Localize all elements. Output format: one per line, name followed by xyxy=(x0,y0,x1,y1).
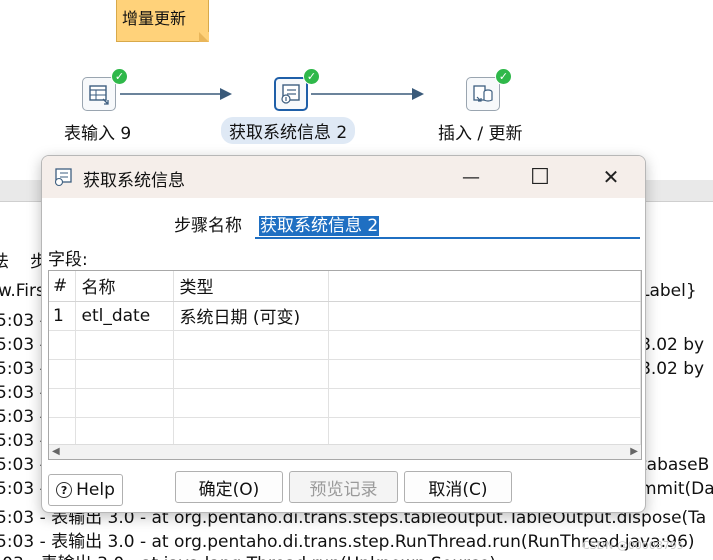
row-number: 1 xyxy=(49,301,76,331)
empty-cell xyxy=(173,388,329,418)
empty-cell xyxy=(49,359,76,389)
log-timestamp: 5:03 - xyxy=(0,335,46,355)
step-name-value: 获取系统信息 2 xyxy=(259,216,380,236)
log-right-fragment: tabaseB xyxy=(640,455,710,475)
system-info-icon xyxy=(54,168,72,187)
close-button[interactable]: ✕ xyxy=(588,162,634,192)
log-timestamp: 5:03 - xyxy=(0,383,46,403)
hop-1-arrowhead xyxy=(220,88,232,100)
field-name-cell[interactable]: etl_date xyxy=(75,301,174,331)
help-icon: ? xyxy=(56,482,73,498)
column-header-number[interactable]: # xyxy=(49,271,76,302)
step-label-insert-update: 插入 / 更新 xyxy=(438,124,523,144)
log-timestamp: 5:03 - xyxy=(0,311,46,331)
column-header-name[interactable]: 名称 xyxy=(75,271,174,302)
log-header-right: Label} xyxy=(640,281,697,301)
log-timestamp: 5:03 - xyxy=(0,407,46,427)
cancel-button[interactable]: 取消(C) xyxy=(404,471,512,503)
empty-table-row[interactable] xyxy=(49,388,641,418)
ok-button[interactable]: 确定(O) xyxy=(175,471,283,503)
step-insert-update[interactable] xyxy=(466,77,500,111)
maximize-button[interactable]: ☐ xyxy=(517,162,563,192)
dialog-title: 获取系统信息 xyxy=(83,171,185,191)
empty-cell xyxy=(173,359,329,389)
step-table-input[interactable] xyxy=(82,77,116,111)
empty-cell xyxy=(328,388,641,418)
empty-cell xyxy=(75,417,174,447)
table-header-row: # 名称 类型 xyxy=(49,271,641,302)
empty-cell xyxy=(328,330,641,360)
log-right-fragment: mmit(Dat xyxy=(640,479,713,499)
log-right-fragment: 8.02 by xyxy=(640,359,705,379)
scroll-right-icon[interactable]: ▶ xyxy=(630,446,638,457)
log-timestamp: 5:03 - xyxy=(0,431,46,451)
empty-cell xyxy=(173,417,329,447)
scroll-left-icon[interactable]: ◀ xyxy=(52,446,60,457)
filler-cell xyxy=(328,301,641,331)
step-name-label: 步骤名称 xyxy=(174,216,242,236)
watermark: CSDN @00008795 xyxy=(582,539,684,552)
step-name-input[interactable]: 获取系统信息 2 xyxy=(255,209,640,239)
preview-button[interactable]: 预览记录 xyxy=(289,471,398,503)
step-3-ok-check-icon: ✓ xyxy=(495,68,512,85)
empty-cell xyxy=(49,417,76,447)
empty-cell xyxy=(75,388,174,418)
empty-table-row[interactable] xyxy=(49,330,641,360)
column-header-filler xyxy=(328,271,641,302)
empty-cell xyxy=(328,417,641,447)
empty-cell xyxy=(75,330,174,360)
minimize-button[interactable]: — xyxy=(448,162,494,192)
column-header-type[interactable]: 类型 xyxy=(173,271,329,302)
step-1-ok-check-icon: ✓ xyxy=(111,68,128,85)
log-line: -03 - 表输出 3.0 - at java.lang.Thread.run(… xyxy=(0,549,496,560)
empty-cell xyxy=(49,330,76,360)
empty-table-row[interactable] xyxy=(49,417,641,447)
empty-cell xyxy=(328,359,641,389)
log-timestamp: 5:03 - xyxy=(0,455,46,475)
fields-label: 字段: xyxy=(48,250,88,270)
log-timestamp: 5:03 - xyxy=(0,359,46,379)
insert-update-icon xyxy=(473,85,493,102)
hop-2-arrowhead xyxy=(412,88,424,100)
step-label-table-input: 表输入 9 xyxy=(64,124,132,144)
log-tab-fragment[interactable]: 法 xyxy=(0,247,9,272)
table-input-icon xyxy=(89,85,109,105)
log-timestamp: 5:03 - xyxy=(0,479,46,499)
step-get-system-info[interactable] xyxy=(274,77,308,111)
fields-table[interactable]: # 名称 类型 1 etl_date 系统日期 (可变) ◀ ▶ xyxy=(48,270,642,460)
system-info-icon xyxy=(281,84,300,104)
get-system-info-dialog: 获取系统信息 — ☐ ✕ 步骤名称 获取系统信息 2 字段: # 名称 类型 1… xyxy=(41,155,646,513)
empty-cell xyxy=(49,388,76,418)
step-2-ok-check-icon: ✓ xyxy=(303,68,320,85)
dialog-titlebar[interactable]: 获取系统信息 — ☐ ✕ xyxy=(42,156,645,198)
field-type-cell[interactable]: 系统日期 (可变) xyxy=(173,301,329,331)
table-row[interactable]: 1 etl_date 系统日期 (可变) xyxy=(49,301,641,331)
empty-cell xyxy=(75,359,174,389)
empty-table-row[interactable] xyxy=(49,359,641,389)
log-right-fragment: 8.02 by xyxy=(640,335,705,355)
help-button-label: Help xyxy=(76,480,115,500)
help-button[interactable]: ? Help xyxy=(48,474,123,506)
horizontal-scrollbar[interactable]: ◀ ▶ xyxy=(49,444,641,459)
step-label-get-system-info: 获取系统信息 2 xyxy=(221,117,356,144)
empty-cell xyxy=(173,330,329,360)
